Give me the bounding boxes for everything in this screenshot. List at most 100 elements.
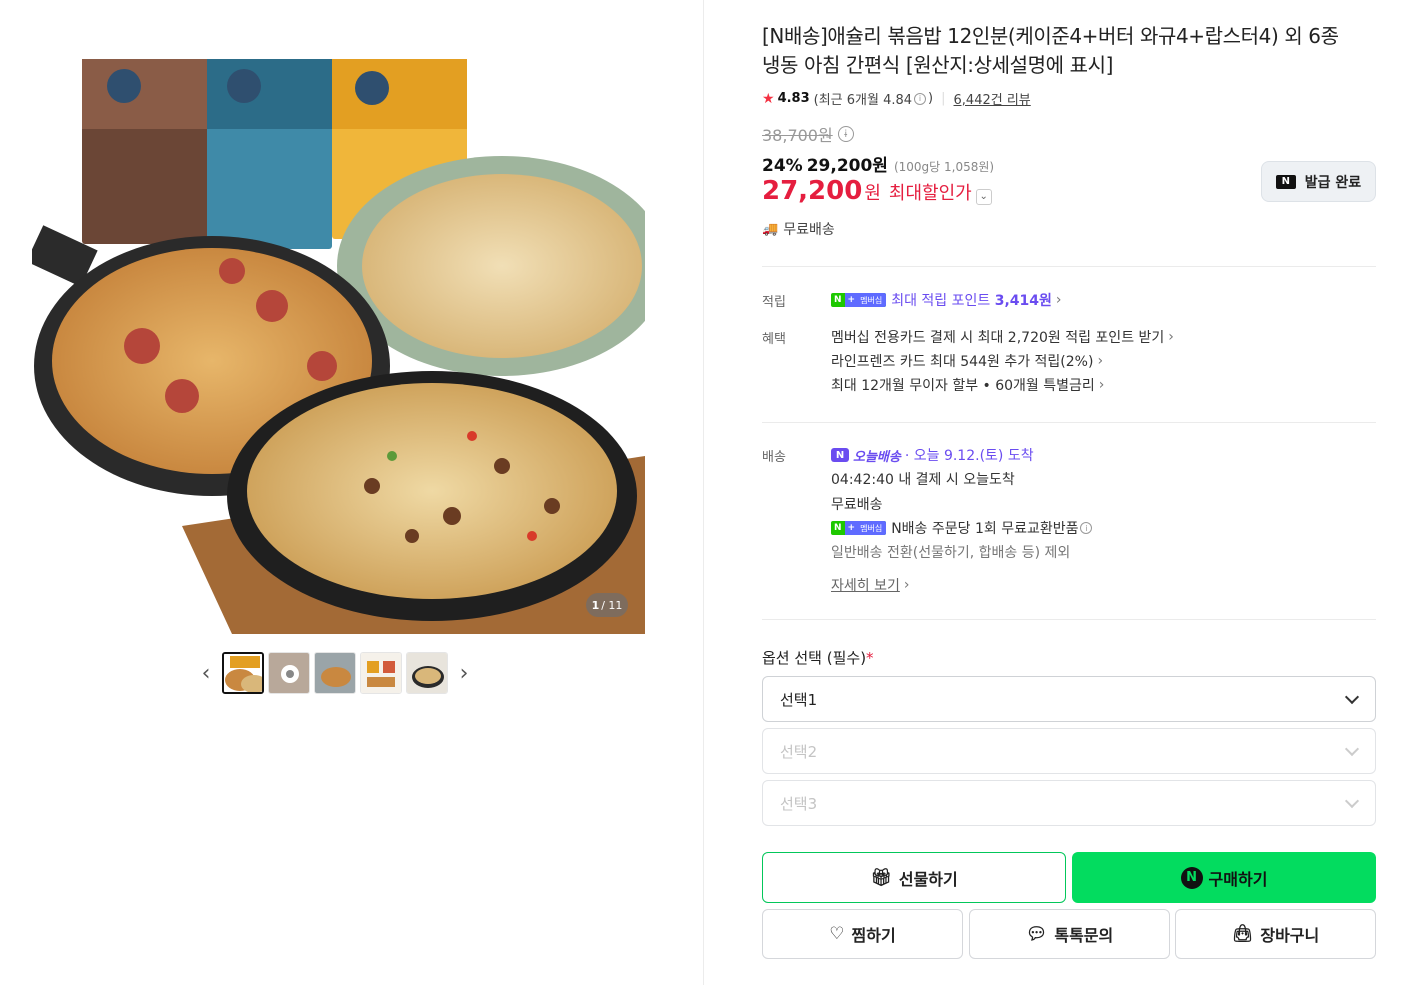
discount-row: 24% 29,200원 (100g당 1,058원) bbox=[762, 151, 994, 176]
unit-price: (100g당 1,058원) bbox=[893, 160, 995, 174]
thumbnail-image bbox=[224, 654, 262, 692]
rating-row: ★ 4.83 (최근 6개월 4.84 i ) | 6,442건 리뷰 bbox=[762, 89, 1031, 109]
recent-rating: (최근 6개월 4.84 bbox=[813, 93, 913, 108]
discount-percent: 24% bbox=[762, 156, 803, 176]
cart-button[interactable]: 👜︎ 장바구니 bbox=[1175, 909, 1376, 959]
delivery-label: 배송 bbox=[762, 450, 786, 465]
benefit-item[interactable]: 멤버십 전용카드 결제 시 최대 2,720원 적립 포인트 받기 › bbox=[831, 327, 1174, 347]
arrival-date: · 오늘 9.12.(토) 도착 bbox=[904, 448, 1034, 464]
option-select-2-label: 선택2 bbox=[780, 742, 818, 761]
chevron-left-icon[interactable]: ‹ bbox=[196, 652, 216, 694]
divider bbox=[762, 619, 1376, 620]
benefit-text: 라인프렌즈 카드 최대 544원 추가 적립(2%) bbox=[831, 354, 1094, 370]
today-delivery-label: 오늘배송 bbox=[853, 449, 901, 465]
divider bbox=[762, 422, 1376, 423]
points-text: 최대 적립 포인트 bbox=[891, 293, 995, 309]
nplus-membership-badge: N + 멤버십 bbox=[831, 293, 887, 307]
points-label: 적립 bbox=[762, 295, 786, 310]
chevron-right-icon: › bbox=[1168, 329, 1174, 345]
wish-button-label: 찜하기 bbox=[851, 926, 896, 945]
thumbnail-image bbox=[315, 653, 355, 693]
divider bbox=[762, 266, 1376, 267]
heart-icon: ♡ bbox=[829, 924, 845, 944]
points-amount: 3,414원 bbox=[994, 293, 1052, 309]
chevron-right-icon: › bbox=[1097, 353, 1104, 369]
separator: | bbox=[941, 91, 946, 106]
original-price-value: 38,700원 bbox=[762, 126, 833, 145]
n-delivery-icon: N bbox=[831, 448, 849, 462]
gift-icon: 🎁︎ bbox=[870, 867, 892, 888]
original-price: 38,700원 i bbox=[762, 122, 856, 146]
column-divider bbox=[703, 0, 704, 985]
truck-icon: 🚚 bbox=[762, 221, 779, 237]
delivery-deadline: 04:42:40 내 결제 시 오늘도착 bbox=[831, 472, 1015, 488]
badge-n: N bbox=[834, 523, 842, 533]
max-discount-label: 최대할인가 bbox=[888, 183, 972, 204]
gift-button[interactable]: 🎁︎ 선물하기 bbox=[762, 852, 1066, 903]
wish-button[interactable]: ♡ 찜하기 bbox=[762, 909, 963, 959]
more-details-link[interactable]: 자세히 보기 › bbox=[831, 575, 909, 595]
chevron-right-icon: › bbox=[903, 577, 910, 593]
badge-membership: 멤버십 bbox=[858, 293, 887, 307]
more-details-label: 자세히 보기 bbox=[831, 578, 900, 594]
delivery-free: 무료배송 bbox=[831, 497, 883, 513]
cart-button-label: 장바구니 bbox=[1260, 926, 1320, 945]
thumbnail-3[interactable] bbox=[314, 652, 356, 694]
chat-bubble-icon: 💬︎ bbox=[1025, 924, 1048, 944]
product-main-image[interactable] bbox=[32, 56, 645, 634]
coupon-issued-button[interactable]: N 발급 완료 bbox=[1261, 161, 1376, 202]
product-title-line1: [N배송]애슐리 볶음밥 12인분(케이준4+버터 와규4+랍스터4) 외 6종 bbox=[762, 24, 1339, 48]
benefit-text: 멤버십 전용카드 결제 시 최대 2,720원 적립 포인트 받기 bbox=[831, 330, 1165, 346]
shopping-bag-icon: 👜︎ bbox=[1231, 924, 1254, 944]
points-row[interactable]: N + 멤버십 최대 적립 포인트 3,414원 › bbox=[831, 290, 1061, 310]
chevron-right-icon[interactable]: › bbox=[454, 652, 474, 694]
max-discount-won: 원 bbox=[864, 183, 881, 204]
star-icon: ★ bbox=[762, 90, 775, 107]
exchange-row: N + 멤버십 N배송 주문당 1회 무료교환반품 i bbox=[831, 518, 1094, 538]
product-title-line2: 냉동 아침 간편식 [원산지:상세설명에 표시] bbox=[762, 53, 1113, 77]
thumbnail-image bbox=[361, 653, 401, 693]
thumbnail-4[interactable] bbox=[360, 652, 402, 694]
talk-inquiry-button[interactable]: 💬︎ 톡톡문의 bbox=[969, 909, 1170, 959]
option-title-text: 옵션 선택 (필수) bbox=[762, 649, 867, 667]
badge-membership: 멤버십 bbox=[858, 521, 887, 535]
thumbnail-5[interactable] bbox=[406, 652, 448, 694]
option-select-2[interactable]: 선택2 bbox=[762, 728, 1376, 774]
free-shipping-label: 무료배송 bbox=[783, 222, 835, 238]
buy-button[interactable]: N 구매하기 bbox=[1072, 852, 1376, 903]
badge-plus: + bbox=[844, 293, 859, 307]
max-discount-row[interactable]: 27,200 원 최대할인가 ⌄ bbox=[762, 176, 992, 206]
free-shipping: 🚚 무료배송 bbox=[762, 219, 835, 239]
image-counter: 1/ 11 bbox=[586, 593, 628, 617]
benefit-item[interactable]: 라인프렌즈 카드 최대 544원 추가 적립(2%) › bbox=[831, 351, 1103, 371]
thumbnail-2[interactable] bbox=[268, 652, 310, 694]
review-count-link[interactable]: 6,442건 리뷰 bbox=[954, 89, 1031, 108]
nplus-membership-badge: N + 멤버십 bbox=[831, 521, 887, 535]
option-select-3-label: 선택3 bbox=[780, 794, 818, 813]
gift-button-label: 선물하기 bbox=[898, 869, 958, 889]
chevron-down-icon bbox=[1344, 793, 1360, 808]
required-mark: * bbox=[866, 649, 874, 667]
info-icon[interactable]: i bbox=[1080, 522, 1093, 534]
benefit-text: 최대 12개월 무이자 할부 • 60개월 특별금리 bbox=[831, 378, 1095, 394]
chevron-down-icon bbox=[1344, 741, 1360, 756]
naver-pay-icon: N bbox=[1180, 866, 1203, 889]
option-select-1[interactable]: 선택1 bbox=[762, 676, 1376, 722]
thumbnail-image bbox=[407, 653, 447, 693]
recent-rating-close: ) bbox=[928, 91, 934, 106]
chevron-right-icon: › bbox=[1055, 292, 1062, 308]
benefits-label: 혜택 bbox=[762, 332, 786, 347]
chevron-down-icon[interactable]: ⌄ bbox=[975, 188, 992, 205]
info-icon[interactable]: i bbox=[837, 126, 854, 142]
discount-price: 29,200원 bbox=[806, 156, 888, 176]
thumbnail-image bbox=[269, 653, 309, 693]
delivery-note: 일반배송 전환(선물하기, 합배송 등) 제외 bbox=[831, 545, 1071, 561]
option-title: 옵션 선택 (필수)* bbox=[762, 647, 874, 668]
benefit-item[interactable]: 최대 12개월 무이자 할부 • 60개월 특별금리 › bbox=[831, 375, 1104, 395]
rating-score: 4.83 bbox=[777, 91, 810, 106]
info-icon[interactable]: i bbox=[914, 92, 927, 105]
thumbnail-1[interactable] bbox=[222, 652, 264, 694]
talk-button-label: 톡톡문의 bbox=[1054, 926, 1114, 945]
option-select-3[interactable]: 선택3 bbox=[762, 780, 1376, 826]
product-title: [N배송]애슐리 볶음밥 12인분(케이준4+버터 와규4+랍스터4) 외 6종… bbox=[762, 22, 1376, 80]
